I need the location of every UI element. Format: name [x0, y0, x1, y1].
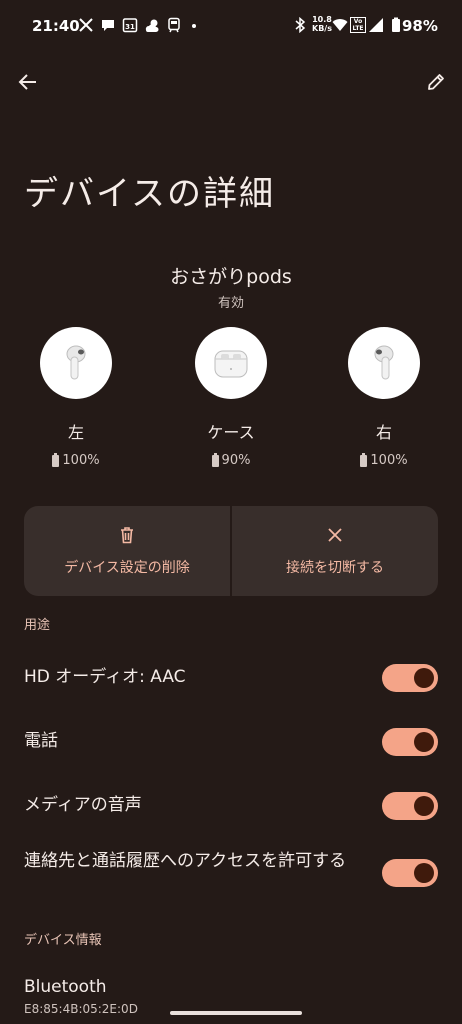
forget-device-label: デバイス設定の削除: [64, 560, 190, 576]
network-speed: 10.8 KB/s: [312, 15, 332, 33]
pencil-icon: [428, 74, 444, 90]
right-earbud-battery-value: 100%: [370, 453, 408, 468]
left-earbud-image: [40, 327, 112, 399]
battery-icon: [211, 452, 219, 467]
status-time: 21:40: [32, 17, 80, 35]
calendar-icon: 31: [122, 18, 138, 33]
earbud-icon: [66, 345, 86, 380]
pref-phone-calls[interactable]: 電話: [0, 724, 462, 760]
right-earbud-image: [348, 327, 420, 399]
case-image: [195, 327, 267, 399]
disconnect-label: 接続を切断する: [286, 560, 384, 576]
back-button[interactable]: [14, 68, 42, 96]
right-earbud-label: 右: [375, 423, 392, 442]
usage-section-header: 用途: [24, 618, 51, 633]
volte-icon: Vo LTE: [350, 17, 366, 33]
contact-sharing-toggle[interactable]: [382, 859, 438, 887]
toggle-thumb: [414, 863, 434, 883]
device-name: おさがりpods: [170, 266, 292, 288]
case-label: ケース: [207, 423, 255, 442]
gesture-navigation-bar[interactable]: [170, 1011, 302, 1015]
case-battery-value: 90%: [221, 453, 251, 468]
pref-contact-sharing[interactable]: 連絡先と通話履歴へのアクセスを許可する: [0, 848, 462, 904]
pref-phone-calls-label: 電話: [24, 731, 58, 751]
close-icon: [328, 528, 342, 542]
device-status: 有効: [217, 296, 244, 311]
pref-media-audio[interactable]: メディアの音声: [0, 788, 462, 824]
earbud-icon: [374, 345, 394, 380]
toggle-thumb: [414, 668, 434, 688]
network-speed-value: 10.8: [312, 15, 332, 24]
transit-icon: [168, 17, 180, 33]
pref-media-audio-label: メディアの音声: [24, 795, 142, 815]
edit-button[interactable]: [422, 68, 450, 96]
forget-device-button[interactable]: デバイス設定の削除: [24, 506, 230, 596]
volte-label: Vo LTE: [352, 18, 364, 32]
svg-text:31: 31: [125, 23, 135, 31]
wifi-icon: [332, 19, 348, 31]
device-info-section-header: デバイス情報: [24, 933, 102, 948]
device-details-screen: 21:40 31 10.8 KB/s Vo LTE 98% デバイスの詳細 おさ…: [0, 0, 462, 1024]
signal-icon: [369, 18, 383, 32]
status-bar: 21:40 31 10.8 KB/s Vo LTE 98%: [0, 0, 462, 52]
right-earbud-battery: 100%: [324, 452, 444, 468]
case: ケース 90%: [171, 327, 291, 468]
x-icon: [79, 18, 93, 32]
phone-calls-toggle[interactable]: [382, 728, 438, 756]
bluetooth-address: E8:85:4B:05:2E:0D: [24, 1002, 138, 1016]
media-audio-toggle[interactable]: [382, 792, 438, 820]
left-earbud-label: 左: [67, 423, 84, 442]
pref-hd-audio-label: HD オーディオ: AAC: [24, 667, 186, 687]
pref-hd-audio[interactable]: HD オーディオ: AAC: [0, 660, 462, 696]
device-actions: デバイス設定の削除 接続を切断する: [24, 506, 438, 596]
chat-icon: [102, 20, 114, 31]
arrow-back-icon: [18, 74, 36, 90]
hd-audio-toggle[interactable]: [382, 664, 438, 692]
page-title: デバイスの詳細: [24, 174, 275, 214]
case-icon: [214, 350, 248, 378]
left-earbud-battery-value: 100%: [62, 453, 100, 468]
network-speed-unit: KB/s: [312, 24, 332, 33]
toggle-thumb: [414, 796, 434, 816]
battery-icon: [52, 452, 60, 467]
left-earbud: 左 100%: [16, 327, 136, 468]
battery-icon: [360, 452, 368, 467]
case-battery: 90%: [171, 452, 291, 468]
pref-contact-sharing-label: 連絡先と通話履歴へのアクセスを許可する: [24, 851, 347, 871]
notification-dot: [192, 24, 196, 28]
weather-icon: [145, 19, 159, 32]
toggle-thumb: [414, 732, 434, 752]
bluetooth-icon: [295, 17, 306, 33]
right-earbud: 右 100%: [324, 327, 444, 468]
battery-percent: 98%: [402, 17, 438, 35]
left-earbud-battery: 100%: [16, 452, 136, 468]
disconnect-button[interactable]: 接続を切断する: [232, 506, 438, 596]
bluetooth-label: Bluetooth: [24, 977, 107, 997]
trash-icon: [121, 527, 133, 544]
